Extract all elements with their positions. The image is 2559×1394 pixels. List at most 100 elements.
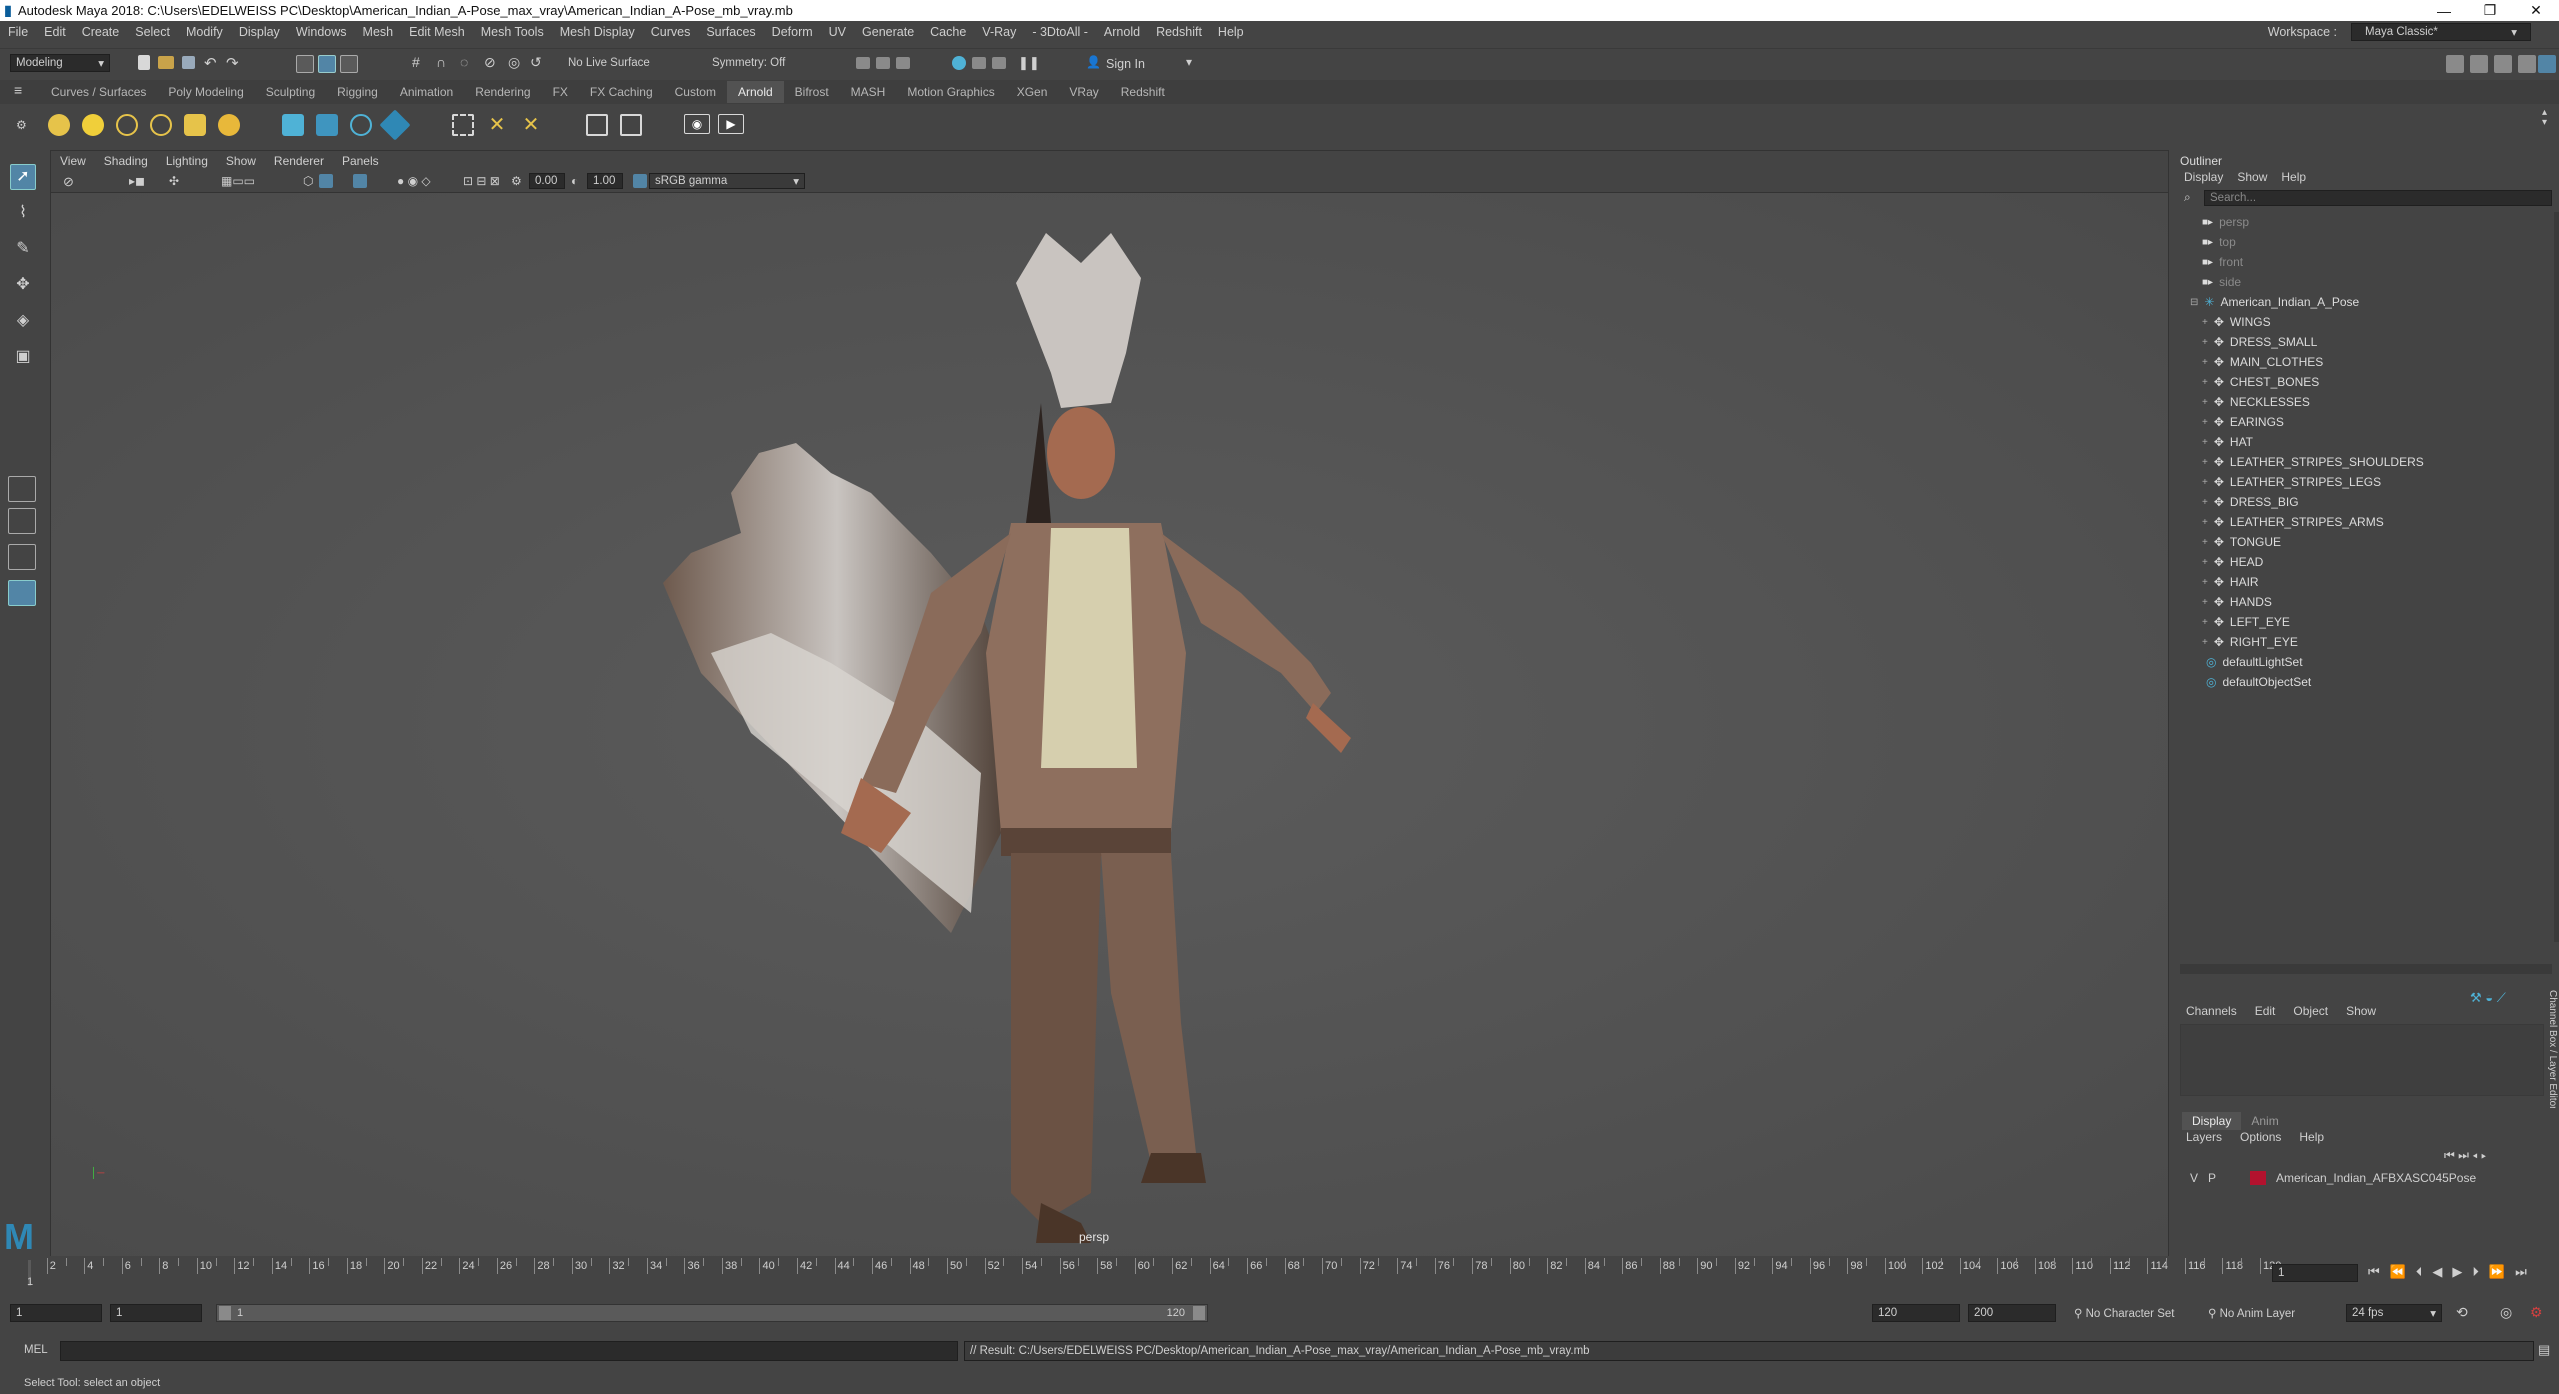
outliner-vscrollbar[interactable] — [2554, 212, 2559, 942]
expand-icon[interactable]: + — [2202, 377, 2208, 388]
close-icon[interactable]: ✕ — [2513, 2, 2559, 19]
persp-graph-icon[interactable] — [8, 580, 36, 606]
shelf-tab-mash[interactable]: MASH — [840, 85, 897, 99]
expand-icon[interactable]: + — [2202, 557, 2208, 568]
animation-end-field[interactable]: 200 — [1968, 1304, 2056, 1322]
paint-select-tool-icon[interactable]: ✎ — [10, 236, 36, 262]
restore-icon[interactable]: ❐ — [2467, 2, 2513, 19]
shelf-tab-rendering[interactable]: Rendering — [464, 85, 541, 99]
range-end-handle[interactable] — [1193, 1306, 1205, 1320]
flatten-icon[interactable]: ✕ — [486, 114, 508, 136]
expand-icon[interactable]: + — [2202, 397, 2208, 408]
viewport-menu-panels[interactable]: Panels — [333, 154, 388, 168]
create-mesh-icon[interactable] — [452, 114, 474, 136]
fps-select[interactable]: 24 fps ▾ — [2346, 1304, 2442, 1322]
expand-icon[interactable]: + — [2202, 337, 2208, 348]
menu-select[interactable]: Select — [127, 25, 178, 39]
menu-mesh-tools[interactable]: Mesh Tools — [473, 25, 552, 39]
menu-arnold[interactable]: Arnold — [1096, 25, 1148, 39]
auto-key-icon[interactable]: ◎ — [2500, 1304, 2512, 1321]
wireframe-icon[interactable]: ⬡ — [303, 174, 313, 188]
menu-modify[interactable]: Modify — [178, 25, 231, 39]
anim-layer-menu[interactable]: ⚲ No Anim Layer — [2208, 1306, 2295, 1320]
history-icon[interactable]: ↺ — [530, 54, 542, 71]
step-forward-key-icon[interactable]: ⏩ — [2489, 1264, 2505, 1280]
shelf-tab-poly-modeling[interactable]: Poly Modeling — [157, 85, 254, 99]
layer-tab-display[interactable]: Display — [2182, 1112, 2242, 1130]
layer-editor-toggle-icon[interactable] — [2518, 55, 2536, 73]
menu-deform[interactable]: Deform — [764, 25, 821, 39]
menu-display[interactable]: Display — [231, 25, 288, 39]
shelf-tab-vray[interactable]: VRay — [1058, 85, 1109, 99]
outliner-item-earings[interactable]: + ✥ EARINGS — [2202, 412, 2284, 432]
outliner-item-leather-stripes-shoulders[interactable]: + ✥ LEATHER_STRIPES_SHOULDERS — [2202, 452, 2424, 472]
outliner-item-defaultlightset[interactable]: ◎ defaultLightSet — [2206, 652, 2303, 672]
sign-in-button[interactable]: Sign In — [1106, 57, 1145, 71]
render-region-icon[interactable] — [856, 57, 870, 69]
range-start-handle[interactable] — [219, 1306, 231, 1320]
shelf-scroll-icon[interactable]: ▴ ▾ — [2542, 108, 2547, 128]
playback-end-field[interactable]: 120 — [1872, 1304, 1960, 1322]
step-forward-frame-icon[interactable]: ⏵ — [2472, 1264, 2479, 1280]
menu-mesh[interactable]: Mesh — [355, 25, 402, 39]
layer-playback-toggle[interactable]: P — [2208, 1171, 2216, 1185]
range-bar[interactable]: 1 120 — [216, 1304, 1208, 1322]
expand-icon[interactable]: + — [2202, 517, 2208, 528]
snap-view-icon[interactable]: ⊘ — [484, 54, 496, 71]
channel-box-toggle-icon[interactable] — [2538, 55, 2556, 73]
attribute-editor-icon[interactable] — [2470, 55, 2488, 73]
open-scene-icon[interactable] — [158, 56, 174, 69]
viewport-menu-lighting[interactable]: Lighting — [157, 154, 217, 168]
curve-collector-icon[interactable] — [379, 109, 411, 141]
layer-color-swatch[interactable] — [2250, 1171, 2267, 1185]
menu-3dtoall[interactable]: - 3DtoAll - — [1024, 25, 1096, 39]
select-component-icon[interactable] — [340, 55, 358, 73]
expand-icon[interactable]: + — [2202, 577, 2208, 588]
outliner-item-left-eye[interactable]: + ✥ LEFT_EYE — [2202, 612, 2290, 632]
outliner-item-hair[interactable]: + ✥ HAIR — [2202, 572, 2259, 592]
select-object-icon[interactable] — [318, 55, 336, 73]
shelf-menu-icon[interactable]: ≡ — [14, 82, 22, 98]
menu-windows[interactable]: Windows — [288, 25, 355, 39]
lasso-tool-icon[interactable]: ⌇ — [10, 200, 36, 226]
workspace-select[interactable]: Maya Classic* ▾ — [2351, 23, 2531, 41]
minimize-icon[interactable]: — — [2421, 3, 2467, 19]
select-camera-icon[interactable]: ⊘ — [63, 174, 74, 190]
menu-help[interactable]: Help — [1210, 25, 1252, 39]
shelf-gear-icon[interactable]: ⚙ — [16, 118, 27, 132]
playback-start-field[interactable]: 1 — [110, 1304, 202, 1322]
channel-box-tools-icon[interactable]: ⚒ ◒ ⟋ — [2470, 990, 2506, 1006]
outliner-item-defaultobjectset[interactable]: ◎ defaultObjectSet — [2206, 672, 2311, 692]
outliner-search-input[interactable]: Search... — [2204, 190, 2552, 206]
outliner-item-leather-stripes-legs[interactable]: + ✥ LEATHER_STRIPES_LEGS — [2202, 472, 2381, 492]
channel-menu-object[interactable]: Object — [2293, 1004, 2328, 1018]
layer-order-icons[interactable]: ⏮ ⏭ ◂ ▸ — [2444, 1148, 2486, 1163]
tool-settings-icon[interactable] — [2494, 55, 2512, 73]
viewport-menu-shading[interactable]: Shading — [95, 154, 157, 168]
textured-icon[interactable] — [353, 174, 367, 188]
channel-menu-edit[interactable]: Edit — [2255, 1004, 2276, 1018]
undo-icon[interactable]: ↶ — [204, 54, 217, 72]
go-to-end-icon[interactable]: ⏭ — [2515, 1264, 2527, 1280]
skydome-light-icon[interactable] — [82, 114, 104, 136]
outliner-item-main-clothes[interactable]: + ✥ MAIN_CLOTHES — [2202, 352, 2323, 372]
layer-menu-options[interactable]: Options — [2240, 1130, 2281, 1144]
move-tool-icon[interactable]: ✥ — [10, 272, 36, 298]
render-view-shelf-icon[interactable] — [586, 114, 608, 136]
shelf-tab-xgen[interactable]: XGen — [1006, 85, 1059, 99]
color-space-select[interactable]: sRGB gamma ▾ — [649, 173, 805, 189]
shadows-icon[interactable]: ● ◉ ◇ — [397, 174, 431, 188]
select-hierarchy-icon[interactable] — [296, 55, 314, 73]
menu-redshift[interactable]: Redshift — [1148, 25, 1210, 39]
chevron-down-icon[interactable]: ▾ — [1186, 55, 1192, 69]
menu-surfaces[interactable]: Surfaces — [698, 25, 763, 39]
expand-icon[interactable]: + — [2202, 497, 2208, 508]
eye-icon[interactable]: ◉ — [684, 114, 710, 134]
menu-mesh-display[interactable]: Mesh Display — [552, 25, 643, 39]
shelf-tab-fx-caching[interactable]: FX Caching — [579, 85, 664, 99]
single-perspective-view-icon[interactable] — [8, 476, 36, 502]
exposure-icon[interactable]: ⚙ — [511, 174, 522, 188]
shelf-tab-arnold[interactable]: Arnold — [726, 81, 784, 103]
outliner-item-hat[interactable]: + ✥ HAT — [2202, 432, 2253, 452]
outliner-item-persp[interactable]: ■▸ persp — [2202, 212, 2249, 232]
